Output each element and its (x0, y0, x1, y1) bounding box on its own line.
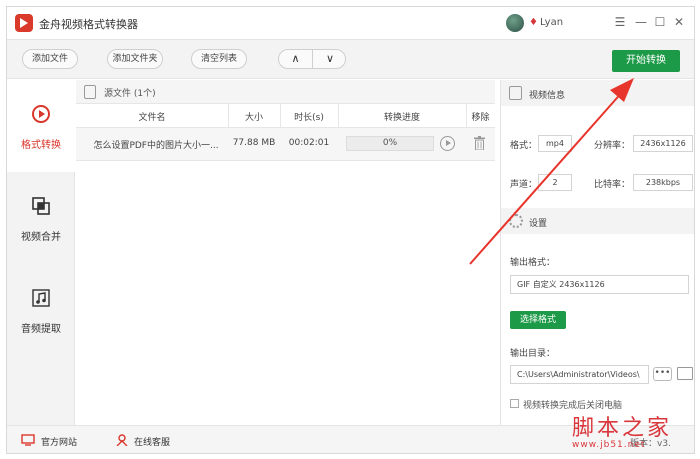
move-up-button[interactable]: ∧ (279, 50, 313, 68)
trash-icon[interactable] (474, 136, 485, 150)
video-info-icon (509, 86, 522, 100)
app-window: 金舟视频格式转换器 ♦ Lyan ☰ — ☐ ✕ 添加文件 添加文件夹 清空列表… (6, 6, 695, 454)
sidebar: 格式转换 视频合并 音频提取 (7, 80, 75, 425)
sidebar-item-audio-extract[interactable]: 音频提取 (7, 264, 75, 356)
column-header-progress: 转换进度 (383, 113, 420, 123)
folder-icon[interactable] (677, 367, 693, 380)
channel-value: 2 (538, 174, 572, 191)
settings-title: 设置 (529, 219, 548, 229)
shutdown-checkbox[interactable] (510, 399, 519, 408)
watermark-main: 脚本之家 (572, 416, 673, 441)
video-merge-icon (32, 197, 50, 215)
gear-icon (509, 214, 523, 228)
minimize-button[interactable]: — (634, 14, 648, 30)
source-file-icon (84, 85, 96, 99)
output-dir-field[interactable]: C:\Users\Administrator\Videos\ (510, 365, 649, 384)
column-header-name: 文件名 (138, 113, 166, 123)
file-size: 77.88 MB (232, 138, 276, 148)
source-header: 源文件 (1个) (76, 80, 495, 104)
column-header-size: 大小 (244, 113, 263, 123)
sidebar-item-label: 视频合并 (21, 232, 61, 243)
format-convert-icon (32, 105, 50, 123)
file-name: 怎么设置PDF中的图片大小一... (93, 141, 219, 151)
output-format-field[interactable]: GIF 自定义 2436x1126 (510, 275, 689, 294)
clear-list-button[interactable]: 清空列表 (191, 49, 247, 69)
resolution-label: 分辨率： (594, 141, 631, 151)
browse-button[interactable]: ••• (653, 367, 672, 381)
right-panel: 视频信息 格式： mp4 分辨率： 2436x1126 声道： 2 比特率： 2… (500, 80, 694, 425)
video-info-header: 视频信息 (501, 80, 694, 106)
file-list: 源文件 (1个) 文件名 大小 时长(s) 转换进度 移除 怎么设置PDF中的图… (76, 80, 495, 425)
add-folder-button[interactable]: 添加文件夹 (107, 49, 163, 69)
file-duration: 00:02:01 (288, 138, 330, 148)
maximize-button[interactable]: ☐ (653, 14, 667, 30)
add-file-button[interactable]: 添加文件 (22, 49, 78, 69)
move-down-button[interactable]: ∨ (313, 50, 347, 68)
app-title: 金舟视频格式转换器 (39, 18, 138, 31)
choose-format-button[interactable]: 选择格式 (510, 311, 566, 329)
watermark: 脚本之家 www.jb51.net (570, 410, 698, 458)
title-bar: 金舟视频格式转换器 ♦ Lyan ☰ — ☐ ✕ (7, 7, 694, 39)
channel-label: 声道： (510, 180, 538, 190)
avatar[interactable] (506, 14, 524, 32)
progress-bar: 0% (346, 136, 434, 151)
sidebar-item-label: 音频提取 (21, 324, 61, 335)
output-dir-label: 输出目录： (510, 349, 556, 359)
app-logo-icon (15, 14, 33, 32)
toolbar: 添加文件 添加文件夹 清空列表 ∧ ∨ 开始转换 (7, 39, 694, 79)
reorder-group: ∧ ∨ (278, 49, 346, 69)
start-convert-button[interactable]: 开始转换 (612, 50, 680, 72)
sidebar-item-video-merge[interactable]: 视频合并 (7, 172, 75, 264)
website-link[interactable]: 官方网站 (41, 435, 77, 448)
audio-extract-icon (32, 289, 50, 307)
resolution-value: 2436x1126 (633, 135, 693, 152)
column-header-remove: 移除 (471, 113, 490, 123)
support-icon (116, 434, 128, 446)
source-title: 源文件 (1个) (104, 89, 156, 99)
close-button[interactable]: ✕ (672, 14, 686, 30)
play-icon[interactable] (440, 136, 455, 151)
vip-diamond-icon: ♦ (529, 17, 538, 28)
user-name[interactable]: Lyan (540, 17, 563, 28)
monitor-icon (21, 434, 35, 446)
watermark-url: www.jb51.net (572, 440, 646, 450)
table-header: 文件名 大小 时长(s) 转换进度 移除 (76, 104, 495, 128)
bitrate-value: 238kbps (633, 174, 693, 191)
format-value: mp4 (538, 135, 572, 152)
output-format-label: 输出格式： (510, 258, 556, 268)
support-link[interactable]: 在线客服 (134, 435, 170, 448)
format-label: 格式： (510, 141, 538, 151)
sidebar-item-format-convert[interactable]: 格式转换 (7, 80, 75, 172)
table-row[interactable]: 怎么设置PDF中的图片大小一... 77.88 MB 00:02:01 0% (76, 128, 495, 161)
column-header-duration: 时长(s) (294, 113, 324, 123)
menu-button[interactable]: ☰ (613, 14, 627, 30)
bitrate-label: 比特率： (594, 180, 631, 190)
sidebar-item-label: 格式转换 (21, 140, 61, 151)
video-info-title: 视频信息 (529, 91, 566, 101)
settings-header: 设置 (501, 208, 694, 234)
